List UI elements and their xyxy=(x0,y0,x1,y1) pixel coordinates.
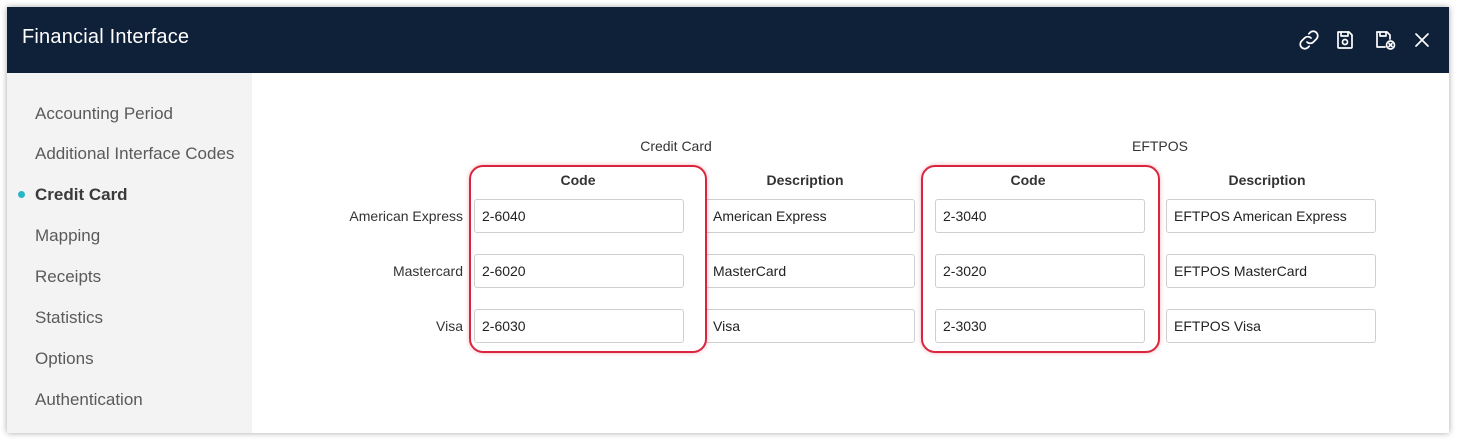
cc-code-highlight-box xyxy=(469,165,707,353)
financial-interface-window: Financial Interface Accounting Period Ad… xyxy=(7,7,1449,433)
sidebar: Accounting Period Additional Interface C… xyxy=(7,73,252,433)
eftpos-description-visa[interactable] xyxy=(1166,309,1376,343)
close-icon[interactable] xyxy=(1409,27,1435,53)
sidebar-item-additional-interface-codes[interactable]: Additional Interface Codes xyxy=(35,144,234,164)
cc-description-header: Description xyxy=(766,172,844,188)
eftpos-description-mastercard[interactable] xyxy=(1166,254,1376,288)
sidebar-item-authentication[interactable]: Authentication xyxy=(35,390,143,410)
window-title: Financial Interface xyxy=(22,26,190,48)
row-label-mastercard: Mastercard xyxy=(392,263,463,279)
credit-card-panel: Credit Card EFTPOS Code Description Code… xyxy=(252,73,1449,433)
row-label-american-express: American Express xyxy=(349,208,463,224)
sidebar-item-statistics[interactable]: Statistics xyxy=(35,308,103,328)
eftpos-code-highlight-box xyxy=(921,165,1160,353)
cc-description-mastercard[interactable] xyxy=(705,254,915,288)
save-icon[interactable] xyxy=(1332,27,1358,53)
sidebar-item-options[interactable]: Options xyxy=(35,349,94,369)
link-icon[interactable] xyxy=(1296,27,1322,53)
sidebar-item-receipts[interactable]: Receipts xyxy=(35,267,101,287)
sidebar-item-credit-card[interactable]: Credit Card xyxy=(35,185,128,205)
active-indicator-dot xyxy=(18,191,25,198)
row-label-visa: Visa xyxy=(436,318,463,334)
credit-card-group-title: Credit Card xyxy=(640,138,712,154)
sidebar-item-accounting-period[interactable]: Accounting Period xyxy=(35,104,173,124)
eftpos-group-title: EFTPOS xyxy=(1131,138,1188,154)
eftpos-description-american-express[interactable] xyxy=(1166,199,1376,233)
eftpos-description-header: Description xyxy=(1228,172,1306,188)
title-bar: Financial Interface xyxy=(7,7,1449,73)
cc-description-visa[interactable] xyxy=(705,309,915,343)
cc-description-american-express[interactable] xyxy=(705,199,915,233)
save-close-icon[interactable] xyxy=(1372,27,1398,53)
sidebar-item-mapping[interactable]: Mapping xyxy=(35,226,100,246)
